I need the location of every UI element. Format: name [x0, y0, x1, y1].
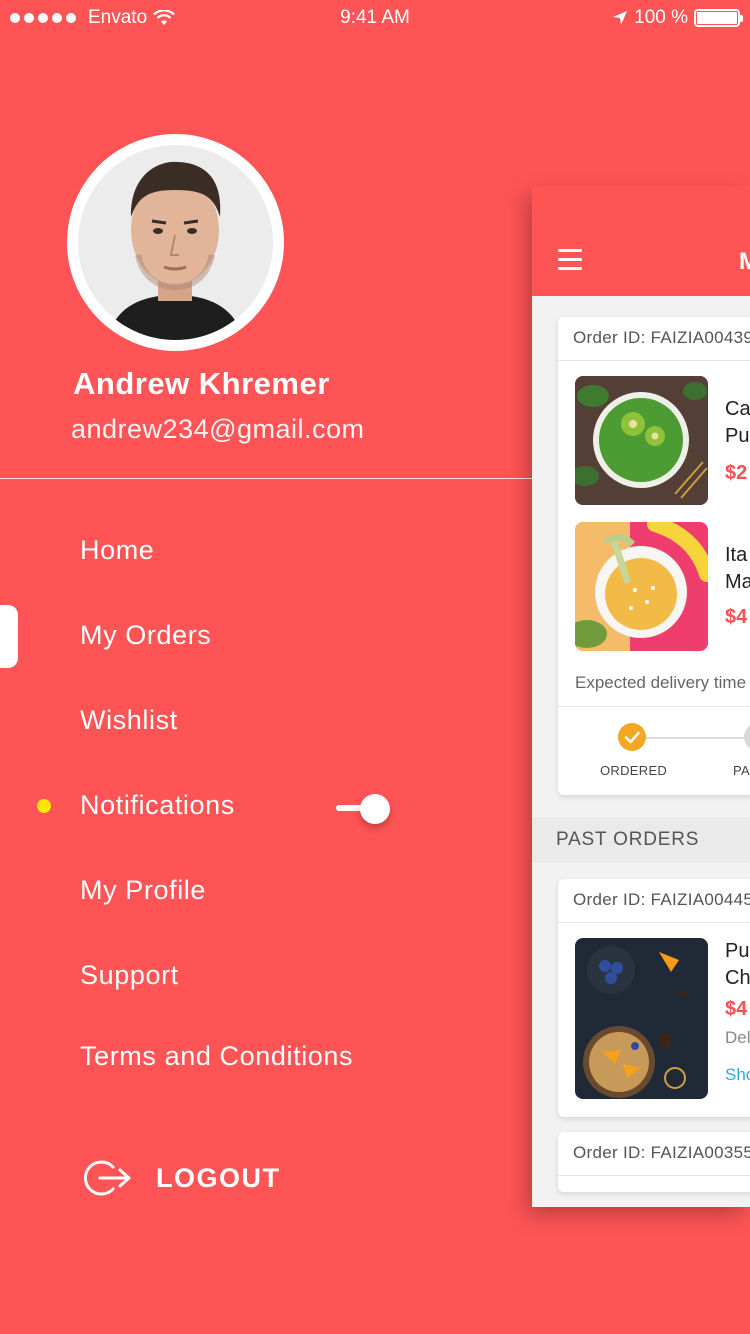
menu-item-terms[interactable]: Terms and Conditions — [80, 1041, 353, 1072]
order-item-price: $4 — [725, 606, 748, 628]
user-name: Andrew Khremer — [73, 366, 330, 401]
past-orders-title: PAST ORDERS — [556, 829, 700, 850]
order-item-price: $2 — [725, 462, 748, 484]
expected-delivery: Expected delivery time — [575, 673, 747, 692]
past-orders-header: PAST ORDERS — [532, 817, 750, 863]
order-item-price: $4 — [725, 998, 748, 1020]
order-id: Order ID: FAIZIA00439 — [558, 317, 750, 361]
order-id: Order ID: FAIZIA00445 — [558, 879, 750, 923]
logout-label: LOGOUT — [156, 1162, 281, 1193]
notifications-toggle[interactable] — [336, 794, 392, 824]
food-image — [575, 376, 708, 505]
show-details-link[interactable]: Sho — [725, 1065, 750, 1085]
person-portrait-icon — [78, 145, 273, 340]
step-label-ordered: ORDERED — [600, 763, 668, 778]
menu-item-notifications[interactable]: Notifications — [80, 790, 235, 821]
food-image — [575, 522, 708, 651]
app-header: M — [532, 186, 750, 296]
step-pending-icon — [744, 723, 750, 751]
header-title: M — [739, 248, 750, 275]
progress-line — [632, 737, 750, 739]
battery-icon — [694, 9, 743, 27]
logout-button[interactable]: LOGOUT — [80, 1158, 281, 1198]
check-icon — [618, 723, 646, 751]
user-email: andrew234@gmail.com — [71, 414, 365, 444]
order-id: Order ID: FAIZIA00355 — [558, 1132, 750, 1176]
orders-list: Order ID: FAIZIA00439 Ca Pu $2 Ita Ma $4… — [532, 296, 750, 1207]
current-order-card[interactable]: Order ID: FAIZIA00439 Ca Pu $2 Ita Ma $4… — [558, 317, 750, 795]
status-bar: Envato 9:41 AM 100 % — [0, 0, 750, 40]
food-image — [575, 938, 708, 1099]
step-label-next: PA — [733, 763, 750, 778]
menu-item-support[interactable]: Support — [80, 960, 179, 991]
order-item-name: Pu Ch — [725, 940, 750, 989]
past-order-card[interactable]: Order ID: FAIZIA00355 — [558, 1132, 750, 1192]
battery-percent: 100 % — [634, 7, 688, 28]
card-divider — [558, 706, 750, 707]
past-order-card[interactable]: Order ID: FAIZIA00445 Pu Ch $4 Del Sh — [558, 879, 750, 1117]
menu-item-my-profile[interactable]: My Profile — [80, 875, 206, 906]
order-item-name: Ca Pu — [725, 398, 750, 447]
active-item-indicator — [0, 605, 18, 668]
menu-item-my-orders[interactable]: My Orders — [80, 620, 211, 651]
menu-item-home[interactable]: Home — [80, 535, 154, 566]
delivery-status: Del — [725, 1028, 750, 1047]
location-arrow-icon — [613, 11, 628, 25]
main-screen-panel[interactable]: M Order ID: FAIZIA00439 Ca Pu $2 Ita Ma … — [532, 186, 750, 1207]
order-item-name: Ita Ma — [725, 544, 750, 593]
menu-item-wishlist[interactable]: Wishlist — [80, 705, 178, 736]
status-right: 100 % — [612, 7, 743, 29]
logout-icon — [83, 1160, 131, 1196]
toggle-knob — [360, 794, 390, 824]
profile-divider — [0, 478, 532, 479]
avatar[interactable] — [67, 134, 284, 351]
hamburger-menu-icon[interactable] — [558, 249, 582, 271]
notification-dot — [37, 799, 51, 813]
avatar-photo — [78, 145, 273, 340]
